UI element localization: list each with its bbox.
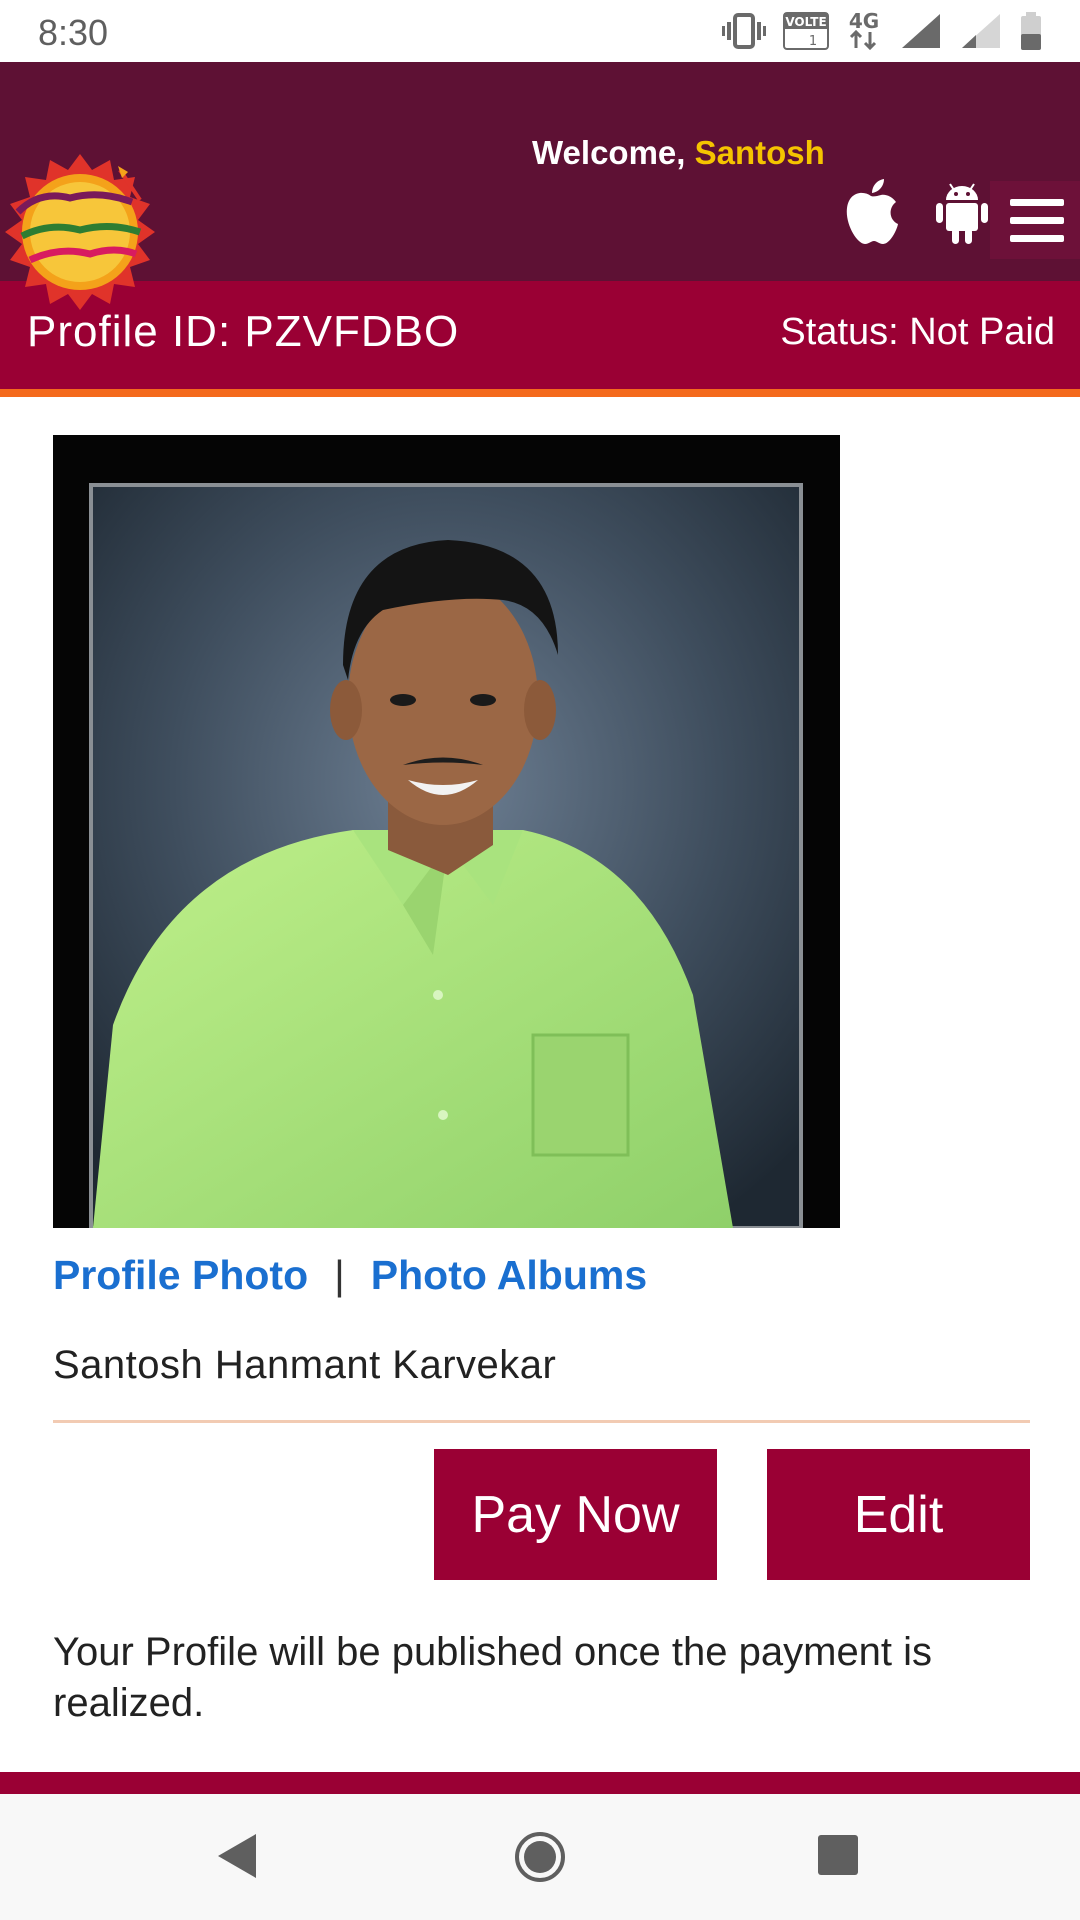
hamburger-line xyxy=(1010,217,1064,224)
signal-weak-icon xyxy=(962,14,1000,48)
payment-status: Status: Not Paid xyxy=(780,311,1055,353)
vibrate-icon xyxy=(722,13,766,49)
publish-notice: Your Profile will be published once the … xyxy=(53,1630,933,1725)
profile-photo-link[interactable]: Profile Photo xyxy=(53,1252,308,1298)
svg-text:4G: 4G xyxy=(849,10,879,33)
edit-button[interactable]: Edit xyxy=(767,1449,1030,1580)
status-bar: 8:30 VOLTE 1 4G xyxy=(0,0,1080,62)
photo-links: Profile Photo | Photo Albums xyxy=(53,1252,647,1299)
portrait-image xyxy=(53,435,840,1228)
welcome-prefix: Welcome, xyxy=(532,134,695,171)
profile-bar: Profile ID: PZVFDBO Status: Not Paid xyxy=(0,281,1080,389)
svg-text:VOLTE: VOLTE xyxy=(785,15,826,29)
status-time: 8:30 xyxy=(38,12,109,53)
accent-divider xyxy=(0,389,1080,397)
android-icon[interactable] xyxy=(935,180,989,246)
volte-icon: VOLTE 1 xyxy=(783,12,829,50)
profile-photo[interactable] xyxy=(53,435,840,1228)
hamburger-line xyxy=(1010,235,1064,242)
photo-albums-link[interactable]: Photo Albums xyxy=(371,1252,647,1298)
site-logo[interactable] xyxy=(0,150,160,310)
profile-id: Profile ID: PZVFDBO xyxy=(27,307,460,356)
hamburger-menu-icon xyxy=(1010,199,1064,206)
footer-bar xyxy=(0,1772,1080,1794)
signal-full-icon xyxy=(902,14,940,48)
profile-full-name: Santosh Hanmant Karvekar xyxy=(53,1343,557,1387)
battery-icon xyxy=(1021,12,1041,50)
hamburger-menu-button[interactable] xyxy=(990,181,1080,259)
welcome-username[interactable]: Santosh xyxy=(695,134,825,171)
4g-data-icon: 4G xyxy=(849,10,879,51)
apple-icon[interactable] xyxy=(843,178,899,246)
back-icon[interactable] xyxy=(216,1832,260,1880)
welcome-text: Welcome, Santosh xyxy=(532,134,825,172)
pay-now-button[interactable]: Pay Now xyxy=(434,1449,717,1580)
home-icon[interactable] xyxy=(514,1831,566,1883)
link-separator: | xyxy=(334,1252,345,1298)
recents-icon[interactable] xyxy=(817,1834,859,1876)
name-divider xyxy=(53,1420,1030,1423)
system-nav-bar xyxy=(0,1794,1080,1920)
svg-text:1: 1 xyxy=(809,34,817,49)
